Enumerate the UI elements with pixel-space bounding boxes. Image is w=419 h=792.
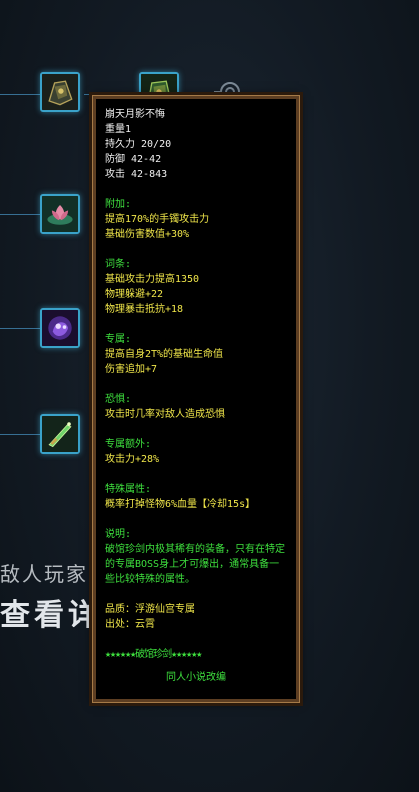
connector-line [0, 214, 40, 215]
affix-header: 词条: [105, 259, 132, 270]
item-quality: 品质：浮游仙宫专属 [105, 604, 195, 615]
lotus-icon [42, 196, 78, 232]
connector-line [0, 328, 40, 329]
item-origin: 出处：云霄 [105, 619, 155, 630]
bonus-header: 附加: [105, 199, 132, 210]
item-name: 崩天月影不悔 [105, 109, 165, 120]
exclusive-header: 专属: [105, 334, 132, 345]
affix-line: 基础攻击力提高1350 [105, 274, 200, 285]
purple-spirit-icon [42, 310, 78, 346]
item-stars-title: ★★★★★★破馆珍剑★★★★★★ [105, 649, 202, 660]
item-weight: 重量1 [105, 124, 132, 135]
item-description: 破馆珍剑内极其稀有的装备，只有在特定的专属BOSS身上才可爆出，通常具备一些比较… [105, 544, 285, 585]
fear-line: 攻击时几率对敌人造成恐惧 [105, 409, 225, 420]
item-attack: 攻击 42-843 [105, 169, 168, 180]
affix-line: 物理躲避+22 [105, 289, 164, 300]
item-tooltip: 崩天月影不悔 重量1 持久力 20/20 防御 42-42 攻击 42-843 … [92, 95, 300, 703]
exclusive-line: 伤害追加+7 [105, 364, 158, 375]
background-text-line2: 查看详 [0, 598, 102, 633]
special-header: 特殊属性: [105, 484, 152, 495]
dark-armor-icon [42, 74, 78, 110]
extra-header: 专属额外: [105, 439, 152, 450]
description-header: 说明: [105, 529, 132, 540]
affix-line: 物理暴击抵抗+18 [105, 304, 184, 315]
tooltip-footer: 同人小说改编 [166, 672, 226, 683]
item-defense: 防御 42-42 [105, 154, 162, 165]
skill-slot-purple-spirit[interactable] [40, 308, 80, 348]
bonus-line: 基础伤害数值+30% [105, 229, 190, 240]
connector-line [84, 94, 139, 95]
special-line: 概率打掉怪物6%血量【冷却15s】 [105, 499, 256, 510]
skill-slot-dark-armor[interactable] [40, 72, 80, 112]
connector-line [0, 94, 40, 95]
fear-header: 恐惧: [105, 394, 132, 405]
connector-line [0, 434, 40, 435]
exclusive-line: 提高自身2T%的基础生命值 [105, 349, 224, 360]
bonus-line: 提高170%的手镯攻击力 [105, 214, 210, 225]
skill-slot-jade-sword[interactable] [40, 414, 80, 454]
skill-slot-lotus[interactable] [40, 194, 80, 234]
jade-sword-icon [42, 416, 78, 452]
extra-line: 攻击力+28% [105, 454, 160, 465]
item-durability: 持久力 20/20 [105, 139, 172, 150]
